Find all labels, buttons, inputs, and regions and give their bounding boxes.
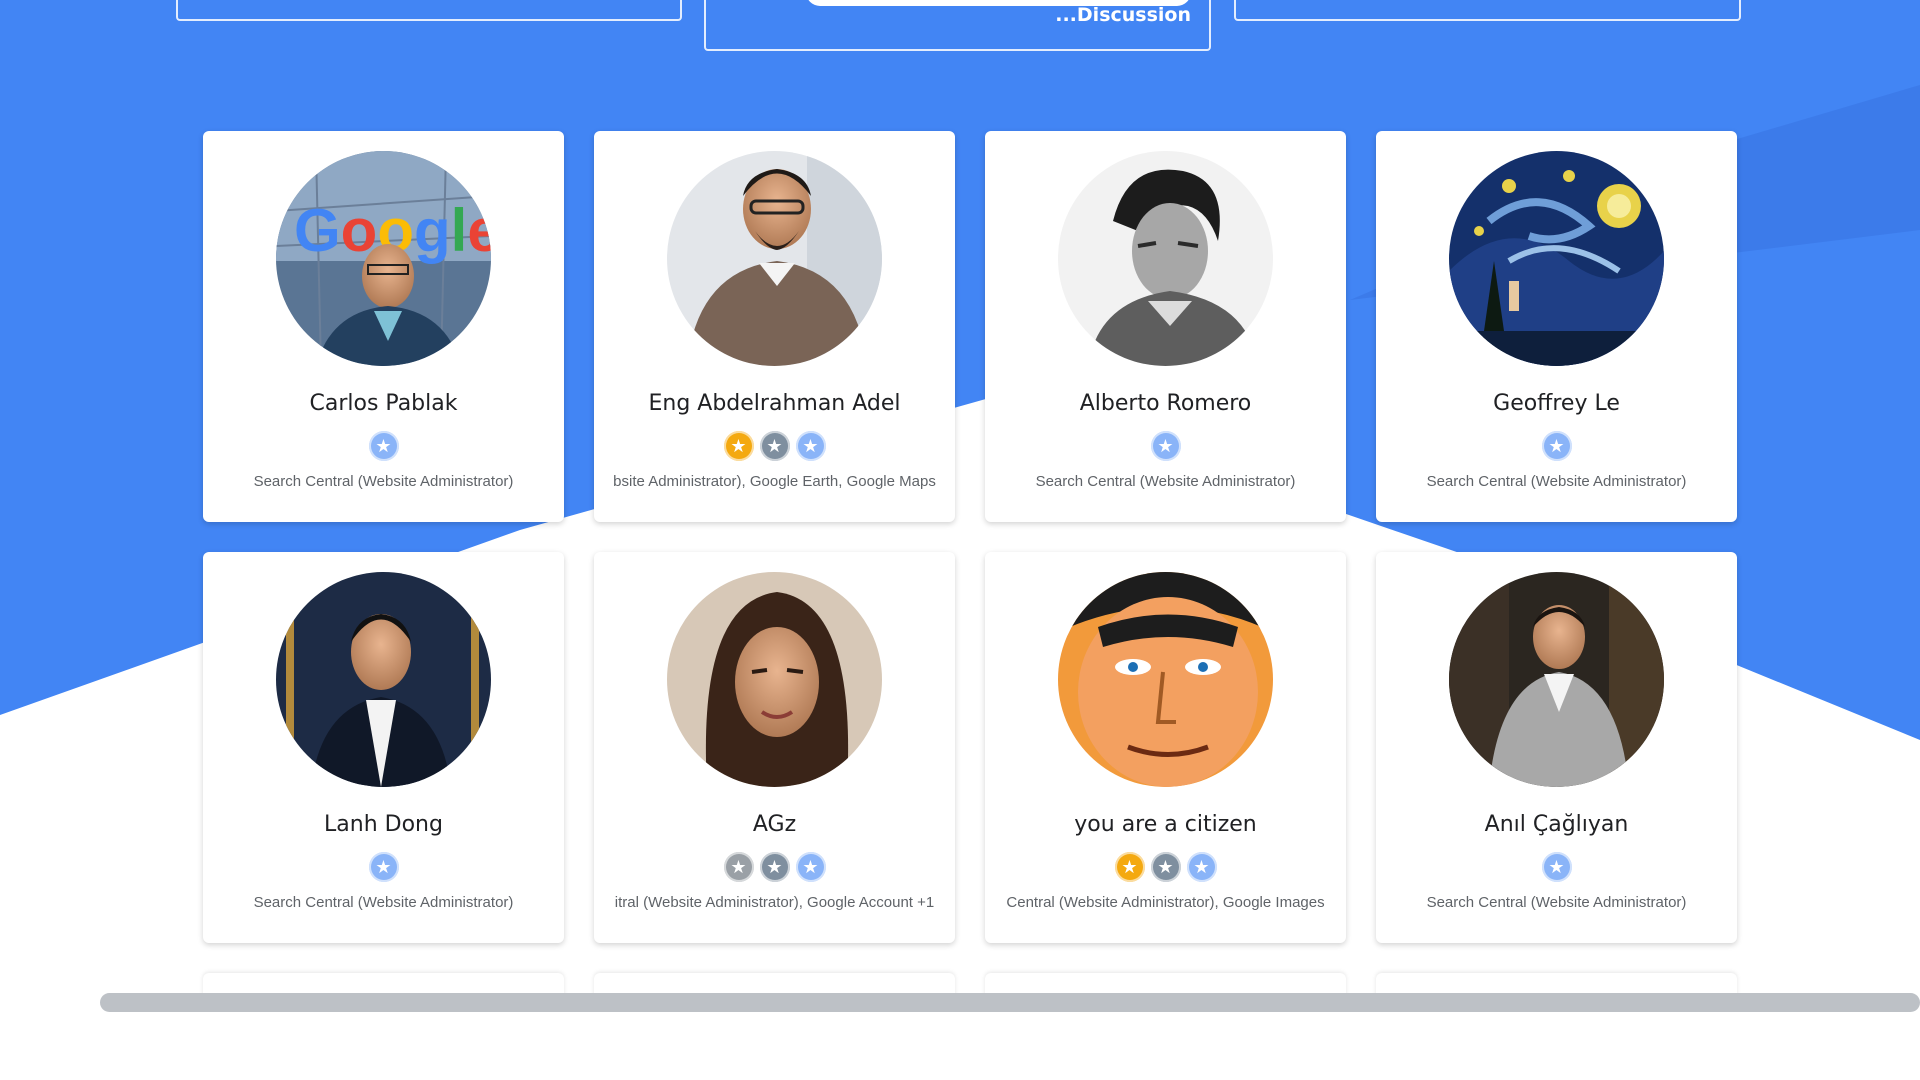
badge-row: ★ (1376, 431, 1737, 467)
badge-row: ★ (1376, 852, 1737, 888)
top-card-discussion[interactable]: ...Discussion (704, 0, 1211, 51)
member-card[interactable]: Lanh Dong ★ Search Central (Website Admi… (203, 552, 564, 943)
discussion-link[interactable]: ...Discussion (1055, 4, 1191, 26)
member-products: itral (Website Administrator), Google Ac… (614, 894, 935, 911)
member-products: Search Central (Website Administrator) (253, 894, 514, 911)
member-name[interactable]: Eng Abdelrahman Adel (594, 391, 955, 416)
horizontal-scrollbar[interactable] (100, 993, 1920, 1012)
badge-row: ★ ★ ★ (594, 852, 955, 888)
avatar (667, 572, 882, 787)
avatar (1449, 572, 1664, 787)
star-badge-icon: ★ (795, 852, 826, 882)
member-card[interactable]: you are a citizen ★ ★ ★ Central (Website A… (985, 552, 1346, 943)
member-card[interactable]: Eng Abdelrahman Adel ★ ★ ★ bsite Administr… (594, 131, 955, 522)
star-badge-icon: ★ (1186, 852, 1217, 882)
badge-row: ★ (985, 431, 1346, 467)
star-badge-icon: ★ (1150, 431, 1181, 461)
member-card[interactable]: Geoffrey Le ★ Search Central (Website Ad… (1376, 131, 1737, 522)
member-name[interactable]: Anıl Çağlıyan (1376, 812, 1737, 837)
member-name[interactable]: Alberto Romero (985, 391, 1346, 416)
star-badge-icon: ★ (1541, 852, 1572, 882)
badge-row: ★ ★ ★ (594, 431, 955, 467)
badge-row: ★ ★ ★ (985, 852, 1346, 888)
avatar (1058, 151, 1273, 366)
member-name[interactable]: Geoffrey Le (1376, 391, 1737, 416)
gold-star-badge-icon: ★ (1114, 852, 1145, 882)
star-badge-icon: ★ (795, 431, 826, 461)
avatar (1449, 151, 1664, 366)
member-card[interactable]: Anıl Çağlıyan ★ Search Central (Website … (1376, 552, 1737, 943)
member-products: Central (Website Administrator), Google … (1006, 894, 1325, 911)
star-badge-icon: ★ (1541, 431, 1572, 461)
avatar (667, 151, 882, 366)
member-name[interactable]: you are a citizen (985, 812, 1346, 837)
badge-row: ★ (203, 431, 564, 467)
silver-star-badge-icon: ★ (723, 852, 754, 882)
member-name[interactable]: AGz (594, 812, 955, 837)
silver-star-badge-icon: ★ (759, 852, 790, 882)
member-products: Search Central (Website Administrator) (1426, 473, 1687, 490)
member-card[interactable]: AGz ★ ★ ★ itral (Website Administrator), G… (594, 552, 955, 943)
member-card[interactable]: Google Carlos Pablak ★ Search Central (W… (203, 131, 564, 522)
top-card-left[interactable] (176, 0, 682, 21)
member-name[interactable]: Carlos Pablak (203, 391, 564, 416)
avatar (1058, 572, 1273, 787)
top-card-right[interactable] (1234, 0, 1741, 21)
member-name[interactable]: Lanh Dong (203, 812, 564, 837)
member-products: Search Central (Website Administrator) (1035, 473, 1296, 490)
star-badge-icon: ★ (368, 431, 399, 461)
member-card[interactable]: Alberto Romero ★ Search Central (Website… (985, 131, 1346, 522)
member-products: bsite Administrator), Google Earth, Goog… (613, 473, 936, 490)
silver-star-badge-icon: ★ (759, 431, 790, 461)
avatar (276, 572, 491, 787)
member-products: Search Central (Website Administrator) (253, 473, 514, 490)
member-products: Search Central (Website Administrator) (1426, 894, 1687, 911)
gold-star-badge-icon: ★ (723, 431, 754, 461)
badge-row: ★ (203, 852, 564, 888)
star-badge-icon: ★ (368, 852, 399, 882)
silver-star-badge-icon: ★ (1150, 852, 1181, 882)
avatar: Google (276, 151, 491, 366)
